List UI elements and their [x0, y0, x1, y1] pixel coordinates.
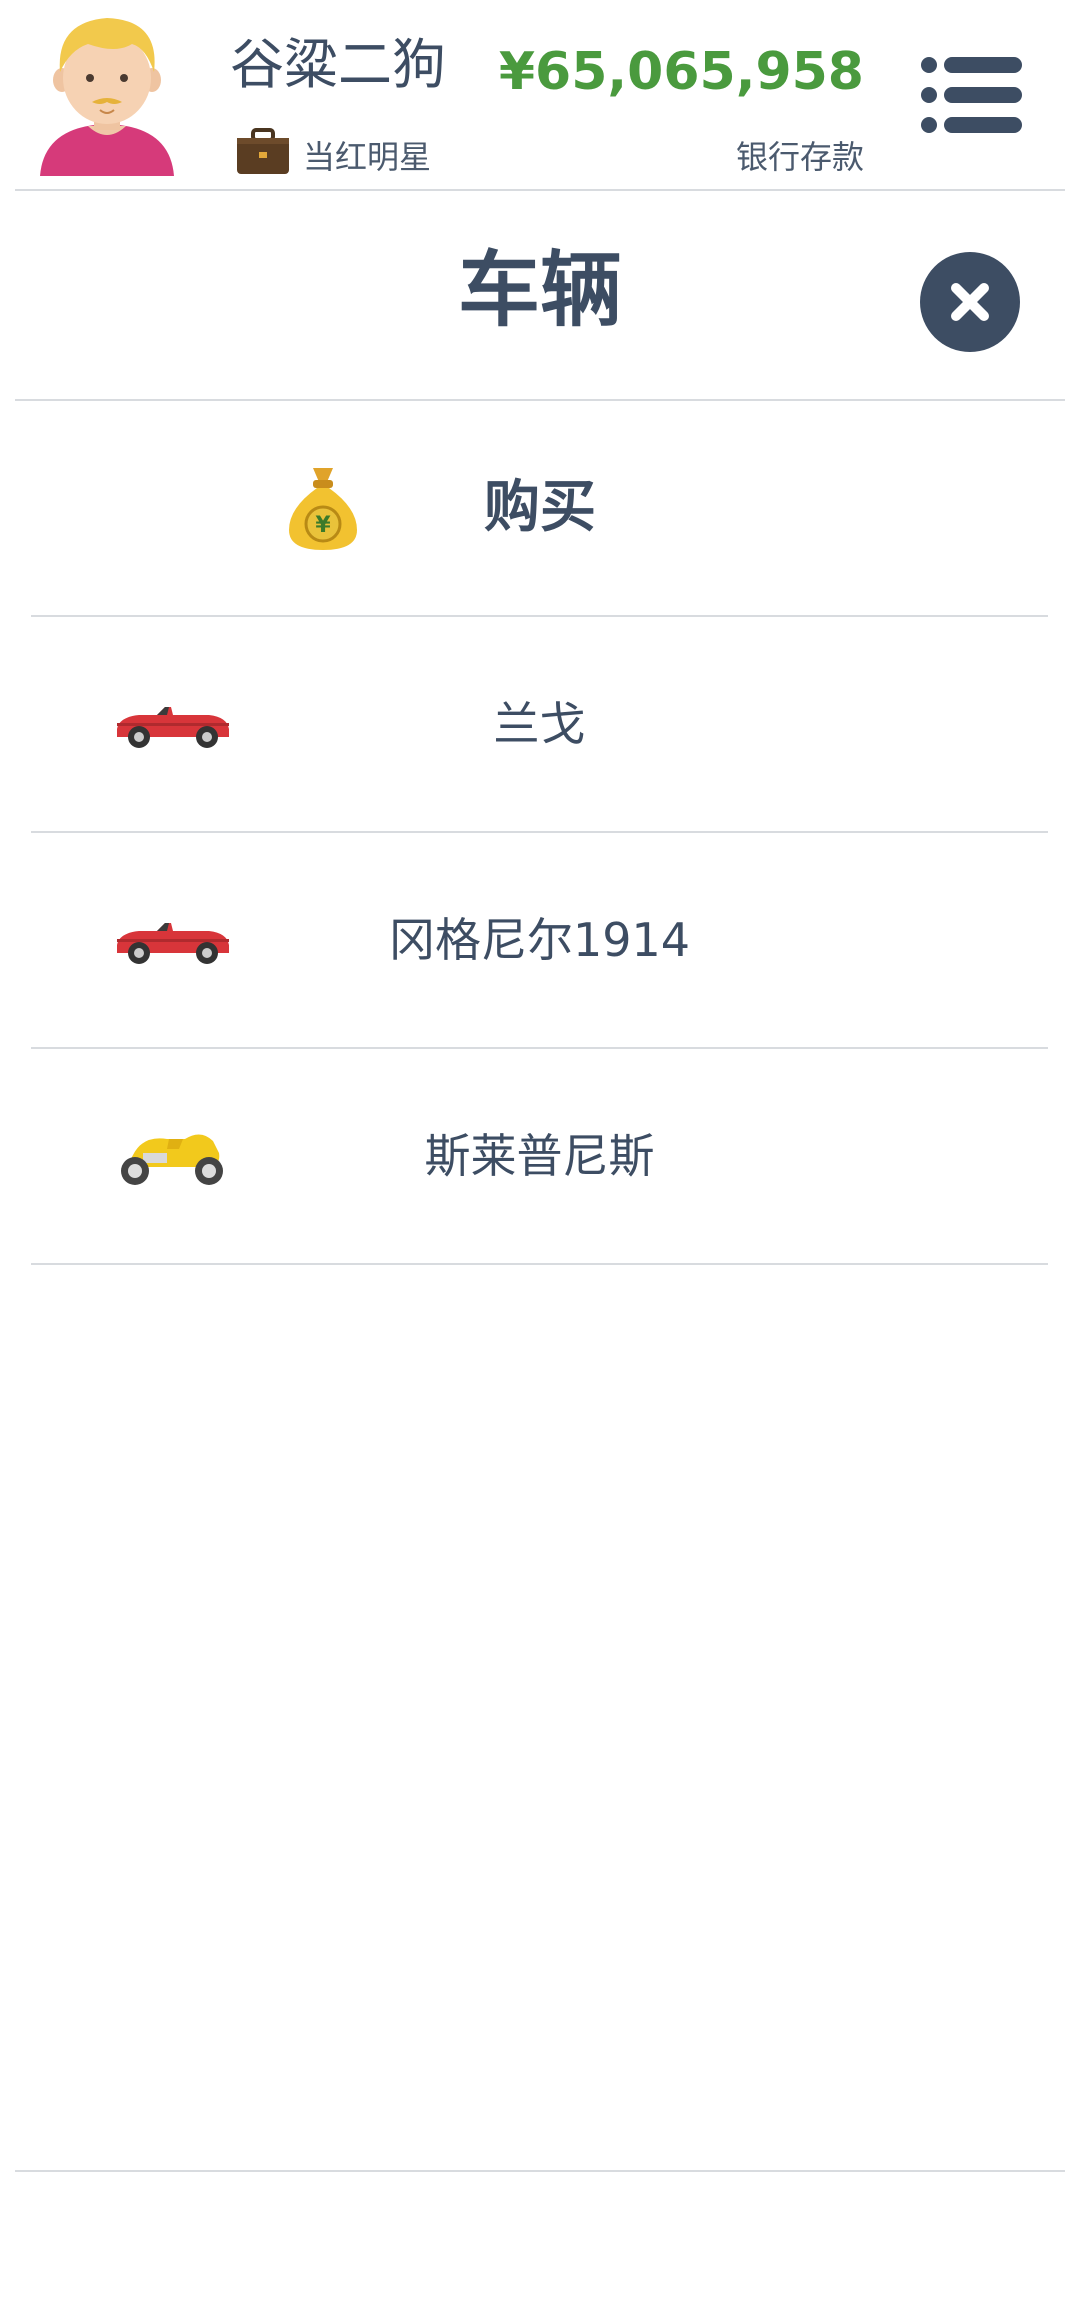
money-bag-icon: ¥	[289, 468, 357, 550]
player-name: 谷粱二狗	[230, 33, 446, 96]
vehicle-name: 兰戈	[493, 697, 586, 751]
player-header: 谷粱二狗 当红明星 ¥65,065,958 银行存款	[0, 0, 1080, 190]
app-root: 谷粱二狗 当红明星 ¥65,065,958 银行存款 车辆 ¥ 购买 兰戈 冈格…	[0, 0, 1080, 2316]
bank-balance: ¥65,065,958	[498, 42, 864, 102]
player-avatar[interactable]	[36, 14, 178, 176]
page-title: 车辆	[457, 243, 622, 338]
vehicle-row[interactable]: 冈格尼尔1914	[31, 833, 1048, 1049]
vehicle-name: 斯莱普尼斯	[424, 1129, 655, 1183]
svg-text:¥: ¥	[315, 513, 331, 538]
buy-vehicle-row[interactable]: ¥ 购买	[31, 401, 1048, 617]
buy-label: 购买	[484, 475, 596, 540]
bank-balance-label: 银行存款	[735, 138, 864, 176]
vehicle-list: ¥ 购买 兰戈 冈格尼尔1914 斯莱普尼斯	[31, 401, 1048, 1265]
close-button[interactable]	[920, 252, 1020, 352]
menu-icon[interactable]	[918, 54, 1024, 136]
job-title: 当红明星	[303, 138, 432, 176]
vehicle-name: 冈格尼尔1914	[388, 913, 691, 967]
header-divider	[15, 189, 1065, 191]
vehicle-row[interactable]: 兰戈	[31, 617, 1048, 833]
close-icon	[951, 283, 989, 321]
footer-divider	[15, 2170, 1065, 2172]
briefcase-icon	[237, 128, 289, 174]
vehicle-row[interactable]: 斯莱普尼斯	[31, 1049, 1048, 1265]
